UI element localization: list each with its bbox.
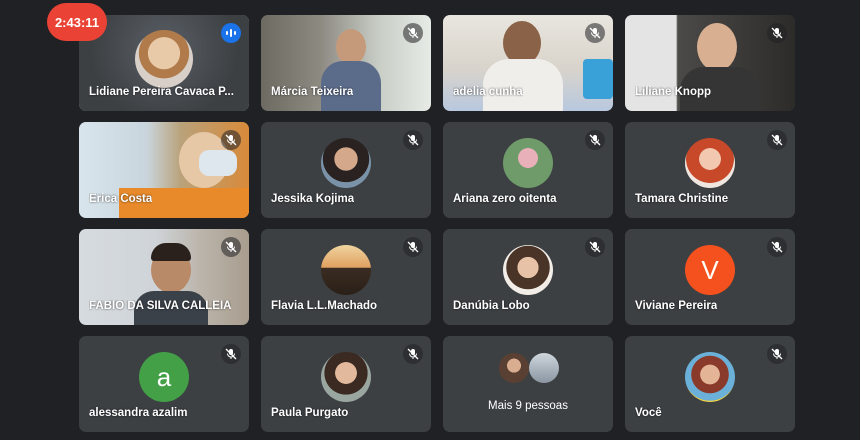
participant-name: Danúbia Lobo (453, 300, 530, 312)
participant-tile-tamara[interactable]: Tamara Christine (625, 122, 795, 218)
participant-avatar (503, 138, 553, 189)
mic-muted-icon (403, 237, 423, 257)
participant-name: alessandra azalim (89, 407, 188, 419)
participant-name: Flavia L.L.Machado (271, 300, 378, 312)
mic-muted-icon (403, 130, 423, 150)
participant-avatar (685, 138, 735, 189)
participant-avatar (503, 245, 553, 296)
speaking-indicator-icon (221, 23, 241, 43)
participant-tile-jessika[interactable]: Jessika Kojima (261, 122, 431, 218)
participant-avatar (135, 30, 193, 89)
mic-muted-icon (585, 130, 605, 150)
participant-name: Você (635, 407, 662, 419)
participant-tile-alessandra[interactable]: a alessandra azalim (79, 336, 249, 432)
participant-tile-marcia[interactable]: Márcia Teixeira (261, 15, 431, 111)
participant-avatar: V (685, 245, 735, 296)
participant-name: Liliane Knopp (635, 86, 712, 98)
more-participant-avatar (499, 353, 529, 383)
participant-name: Érica Costa (89, 193, 153, 205)
participant-avatar (321, 138, 371, 189)
participant-tile-paula[interactable]: Paula Purgato (261, 336, 431, 432)
participant-name: FABIO DA SILVA CALLEIA (89, 300, 232, 312)
participant-tile-liliane[interactable]: Liliane Knopp (625, 15, 795, 111)
participant-avatar (321, 352, 371, 403)
mic-muted-icon (585, 237, 605, 257)
mic-muted-icon (767, 237, 787, 257)
mic-muted-icon (767, 344, 787, 364)
mic-muted-icon (403, 23, 423, 43)
participant-name: Tamara Christine (635, 193, 729, 205)
mic-muted-icon (221, 130, 241, 150)
participant-tile-danubia[interactable]: Danúbia Lobo (443, 229, 613, 325)
more-participants-tile[interactable]: Mais 9 pessoas (443, 336, 613, 432)
meeting-timer: 2:43:11 (47, 3, 107, 41)
participant-avatar: a (139, 352, 189, 403)
participant-tile-adelia[interactable]: adelia cunha (443, 15, 613, 111)
participant-name: Lidiane Pereira Cavaca P... (89, 86, 234, 98)
participant-name: adelia cunha (453, 86, 523, 98)
participant-name: Ariana zero oitenta (453, 193, 557, 205)
participant-name: Paula Purgato (271, 407, 349, 419)
participant-tile-viviane[interactable]: V Viviane Pereira (625, 229, 795, 325)
participant-name: Jessika Kojima (271, 193, 355, 205)
participant-tile-ariana[interactable]: Ariana zero oitenta (443, 122, 613, 218)
mic-muted-icon (585, 23, 605, 43)
mic-muted-icon (403, 344, 423, 364)
participant-name: Márcia Teixeira (271, 86, 354, 98)
mic-muted-icon (767, 23, 787, 43)
mic-muted-icon (221, 237, 241, 257)
participant-tile-self[interactable]: Você (625, 336, 795, 432)
mic-muted-icon (221, 344, 241, 364)
participant-avatar (685, 352, 735, 403)
participant-tile-flavia[interactable]: Flavia L.L.Machado (261, 229, 431, 325)
participant-avatar (321, 245, 371, 296)
participant-name: Viviane Pereira (635, 300, 718, 312)
more-participants-label: Mais 9 pessoas (488, 400, 568, 412)
participant-tile-fabio[interactable]: FABIO DA SILVA CALLEIA (79, 229, 249, 325)
more-participant-avatar (529, 353, 559, 383)
participant-tile-erica[interactable]: Érica Costa (79, 122, 249, 218)
participant-grid: Lidiane Pereira Cavaca P... Márcia Teixe… (79, 15, 797, 433)
mic-muted-icon (767, 130, 787, 150)
